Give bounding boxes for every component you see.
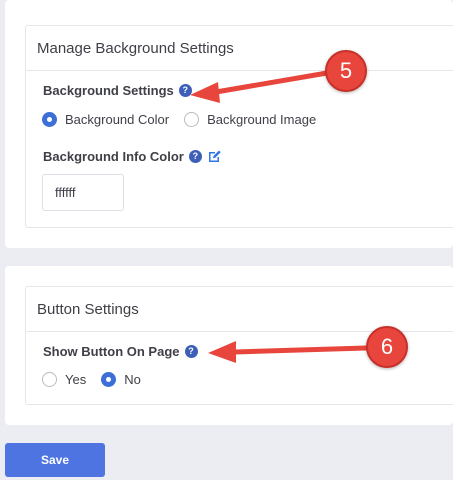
background-info-color-label: Background Info Color [43,149,184,164]
background-image-option[interactable]: Background Image [184,112,316,127]
background-settings-box: Manage Background Settings Background Se… [25,25,453,228]
background-settings-label: Background Settings [43,83,174,98]
background-color-radio[interactable] [42,112,57,127]
annotation-marker-6: 6 [366,326,408,368]
show-button-yes-label: Yes [65,372,87,387]
background-image-radio[interactable] [184,112,200,127]
show-button-label: Show Button On Page [43,344,180,359]
background-image-option-label: Background Image [207,112,317,127]
background-info-color-input[interactable] [42,174,124,211]
background-settings-title: Manage Background Settings [26,26,453,71]
background-settings-panel: Manage Background Settings Background Se… [5,0,453,248]
help-icon[interactable]: ? [184,345,198,358]
background-type-radio-group: Background Color Background Image [42,112,316,127]
background-settings-field: Background Settings ? [43,83,192,98]
help-icon[interactable]: ? [178,84,192,97]
show-button-field: Show Button On Page ? [43,344,198,359]
edit-icon[interactable] [207,149,222,164]
show-button-yes-radio[interactable] [42,372,57,387]
show-button-yes-option[interactable]: Yes [42,372,86,387]
background-color-option[interactable]: Background Color [42,112,169,127]
save-button[interactable]: Save [5,443,105,477]
background-color-option-label: Background Color [65,112,170,127]
show-button-radio-group: Yes No [42,372,141,387]
show-button-no-label: No [124,372,141,387]
annotation-marker-5: 5 [325,50,367,92]
show-button-no-option[interactable]: No [101,372,141,387]
help-icon[interactable]: ? [188,150,202,163]
background-info-color-field: Background Info Color ? [43,149,222,164]
show-button-no-radio[interactable] [101,372,117,387]
